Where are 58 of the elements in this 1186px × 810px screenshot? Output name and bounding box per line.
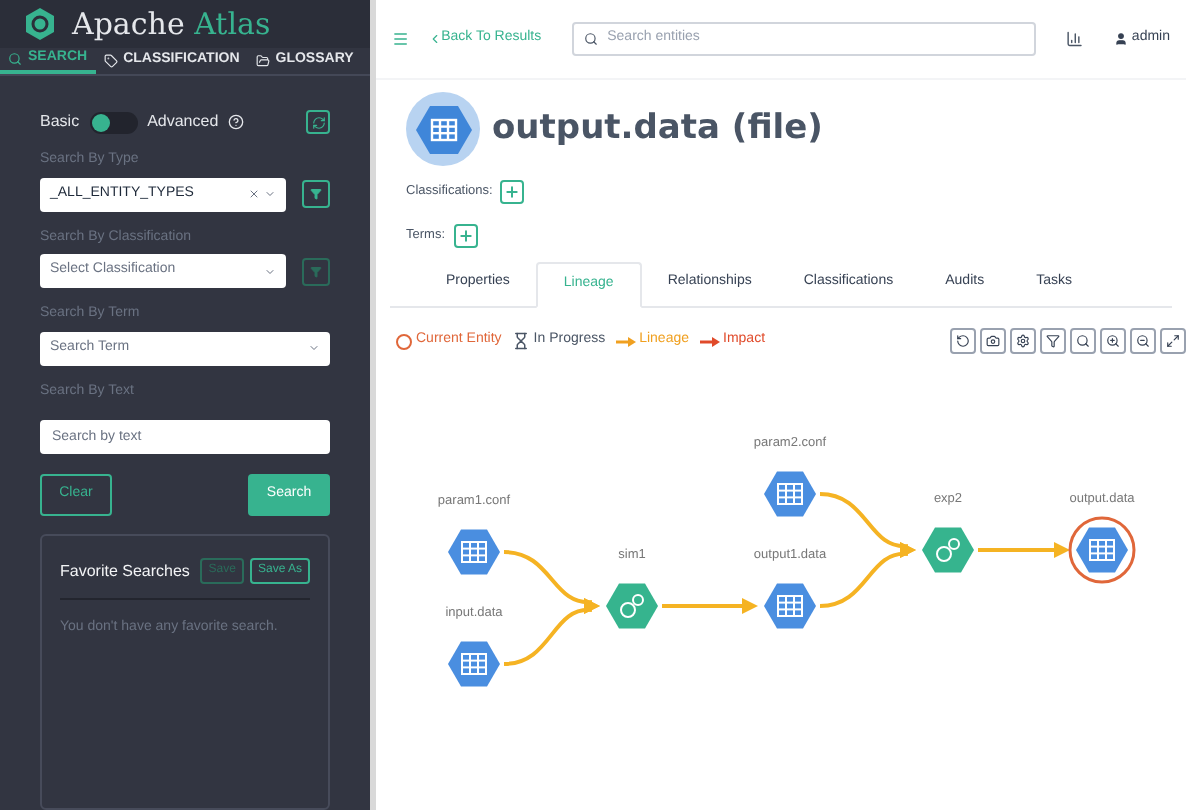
- tab-icon: [103, 53, 118, 68]
- arrow-icon: [615, 335, 636, 347]
- camera-button[interactable]: [980, 328, 1006, 354]
- toggle-label: Advanced: [147, 110, 219, 134]
- toggle-label: Basic: [40, 110, 80, 134]
- zoom-out-button[interactable]: [1130, 328, 1156, 354]
- refresh-button[interactable]: [306, 110, 330, 134]
- lineage-arrow: [662, 598, 758, 614]
- entity-icon: [406, 92, 480, 166]
- hourglass-icon: [511, 332, 530, 350]
- zoom-out-icon: [1136, 334, 1150, 348]
- reset-button[interactable]: [950, 328, 976, 354]
- dataset-node[interactable]: [764, 471, 816, 517]
- dropdown-icon: [308, 342, 320, 354]
- filter-button[interactable]: [302, 180, 330, 208]
- help-icon: [228, 114, 245, 130]
- arrow-icon: [699, 335, 720, 347]
- dataset-node[interactable]: [448, 641, 500, 687]
- refresh-icon: [311, 115, 325, 129]
- zoom-in-icon: [1106, 334, 1120, 348]
- zoom-in-button[interactable]: [1100, 328, 1126, 354]
- filter-button[interactable]: [1040, 328, 1066, 354]
- entity-title: output.data (file): [492, 105, 823, 152]
- fullscreen-button[interactable]: [1160, 328, 1186, 354]
- add-button[interactable]: [453, 224, 477, 248]
- statistics-icon[interactable]: [1066, 30, 1084, 48]
- search-icon: [583, 32, 598, 46]
- search-icon: [1076, 334, 1090, 348]
- lineage-arrow: [503, 598, 600, 666]
- dataset-node[interactable]: [1068, 516, 1136, 584]
- dataset-node[interactable]: [764, 583, 816, 629]
- filter-icon: [1046, 334, 1060, 348]
- plus-icon: [457, 228, 473, 244]
- clear-icon[interactable]: [248, 188, 260, 200]
- logo-icon: [24, 7, 56, 40]
- filter-icon: [310, 188, 322, 200]
- fullscreen-icon: [1166, 334, 1180, 348]
- user-icon: [1113, 32, 1128, 46]
- settings-icon: [1016, 334, 1030, 348]
- mode-switch[interactable]: [89, 111, 138, 133]
- settings-button[interactable]: [1010, 328, 1036, 354]
- camera-icon: [986, 334, 1000, 348]
- lineage-arrow: [978, 542, 1070, 558]
- reset-icon: [956, 334, 970, 348]
- filter-icon: [310, 265, 322, 277]
- process-node[interactable]: [606, 583, 658, 629]
- tab-icon: [8, 51, 22, 66]
- tab-icon: [255, 53, 270, 68]
- app-title: Apache Atlas: [72, 3, 271, 46]
- search-button[interactable]: [1070, 328, 1096, 354]
- add-button[interactable]: [500, 180, 525, 204]
- dataset-node[interactable]: [448, 529, 500, 575]
- dropdown-icon: [264, 188, 276, 200]
- plus-icon: [504, 184, 521, 200]
- chevron-left-icon: [427, 32, 442, 46]
- process-node[interactable]: [922, 527, 974, 573]
- panel-title: Favorite Searches: [60, 559, 190, 583]
- dropdown-icon: [264, 265, 276, 277]
